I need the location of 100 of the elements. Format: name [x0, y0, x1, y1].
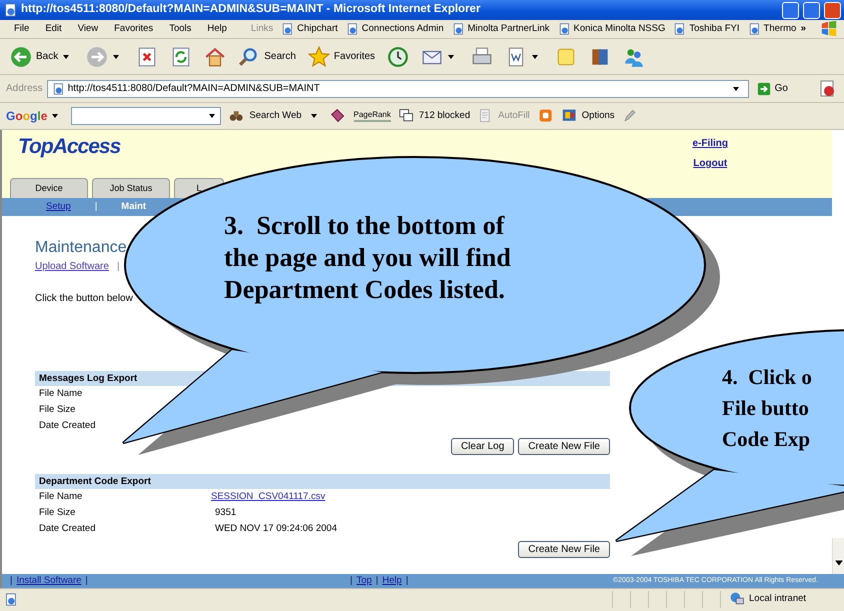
caret-icon[interactable] [51, 112, 60, 120]
link-item[interactable]: Minolta PartnerLink [448, 23, 554, 35]
caret-icon[interactable] [531, 52, 540, 60]
menu-item[interactable]: File [6, 23, 38, 35]
page-icon [3, 3, 17, 17]
action-button[interactable]: Create New File [518, 438, 610, 456]
caret-icon[interactable] [834, 558, 844, 568]
close-button[interactable] [824, 2, 841, 18]
caret-icon[interactable] [112, 52, 120, 60]
page-icon [346, 23, 358, 35]
caret-icon[interactable] [310, 112, 318, 120]
caret-icon[interactable] [208, 112, 216, 120]
popup-blocker-button[interactable]: 712 blocked [398, 108, 470, 124]
upload-software-link[interactable]: Upload Software [35, 261, 109, 274]
go-button[interactable]: Go [752, 82, 792, 96]
toolbar-button[interactable]: Favorites [304, 46, 380, 68]
footer-link[interactable]: Install Software [16, 575, 82, 587]
clock-icon [387, 46, 410, 68]
address-field[interactable]: http://tos4511:8080/Default?MAIN=ADMIN&SUB=MAINT [46, 80, 749, 98]
page-title: Maintenance [35, 238, 127, 258]
callout-text: 3. Scroll to the bottom of the page and you will find Department Codes listed. [224, 210, 511, 306]
field-label: Date Created [39, 522, 97, 536]
search-web-button[interactable]: Search Web [229, 108, 322, 124]
page-icon [673, 23, 686, 35]
menu-item[interactable]: Tools [161, 23, 200, 35]
more-links-button[interactable]: » [800, 23, 806, 35]
field-label: Date Created [39, 419, 97, 434]
tab[interactable]: Job Status [92, 178, 170, 198]
action-button[interactable]: Clear Log [450, 438, 514, 456]
window-title: http://tos4511:8080/Default?MAIN=ADMIN&SUB=MAINT - Microsoft Internet Explorer [21, 3, 482, 17]
link-label: Minolta PartnerLink [468, 23, 550, 35]
separator-text: | [116, 261, 120, 274]
minimize-button[interactable] [782, 2, 799, 18]
tab[interactable]: Device [10, 178, 88, 198]
options-button[interactable]: Options [562, 108, 615, 124]
link-item[interactable]: Konica Minolta NSSG [554, 23, 670, 35]
link-item[interactable]: Chipchart [277, 23, 342, 35]
caret-icon[interactable] [62, 52, 70, 60]
search-field[interactable] [71, 107, 222, 125]
instruction-text: Click the button below [35, 293, 133, 306]
separator-text: | [350, 575, 352, 587]
forward-icon [86, 46, 108, 68]
network-icon [729, 591, 745, 607]
page-icon [281, 23, 294, 35]
link-item[interactable]: Thermo [744, 23, 800, 35]
menu-item[interactable]: Favorites [106, 23, 162, 35]
separator-text: | [94, 201, 98, 213]
scrollbar[interactable] [832, 538, 844, 574]
caret-icon[interactable] [732, 84, 740, 92]
header-link[interactable]: Logout [693, 158, 728, 170]
blog-icon[interactable] [538, 108, 554, 124]
back-icon [10, 46, 32, 68]
page-icon [4, 592, 17, 606]
options-icon [562, 108, 578, 124]
separator-text: | [376, 575, 378, 587]
menu-item[interactable]: View [70, 23, 106, 35]
header-link[interactable]: e-Filing [692, 138, 728, 150]
stop-icon [136, 46, 158, 68]
separator-text: | [10, 575, 12, 587]
address-label: Address [6, 82, 43, 94]
field-label: File Name [39, 490, 84, 504]
pencil-icon[interactable] [622, 109, 637, 123]
field-label: File Size [39, 506, 76, 520]
link-label: Connections Admin [362, 23, 444, 35]
page-icon [52, 82, 64, 94]
link-item[interactable]: Connections Admin [342, 23, 448, 35]
home-icon [204, 46, 226, 68]
link-label: Konica Minolta NSSG [574, 23, 666, 35]
file-link[interactable]: SESSION_CSV041117.csv [211, 489, 326, 506]
star-icon [308, 46, 330, 68]
separator-text: | [406, 575, 408, 587]
popup-window-icon [398, 108, 415, 124]
pagerank-button[interactable]: PageRank [354, 110, 391, 122]
subnav-link[interactable]: Setup [46, 201, 71, 213]
zone-panel: Local intranet [720, 590, 840, 608]
maximize-button[interactable] [803, 2, 820, 18]
topaccess-logo: TopAccess [18, 134, 120, 160]
footer-link[interactable]: Top [356, 575, 372, 587]
windows-flag-icon [820, 20, 838, 38]
google-menu-button[interactable]: Google [6, 108, 64, 124]
field-value: 9351 [214, 506, 236, 520]
toolbar-button[interactable]: Search [234, 46, 300, 68]
link-item[interactable]: Toshiba FYI [669, 23, 744, 35]
go-icon [756, 82, 771, 96]
link-label: Toshiba FYI [689, 23, 740, 35]
action-button[interactable]: Create New File [518, 541, 610, 558]
field-value: WED NOV 17 09:24:06 2004 [214, 522, 337, 536]
link-label: Thermo [764, 23, 796, 35]
refresh-icon [170, 46, 192, 68]
caret-icon[interactable] [447, 52, 456, 60]
menu-item[interactable]: Edit [37, 23, 70, 35]
field-label: File Size [39, 403, 76, 418]
field-label: File Name [39, 387, 84, 402]
page-icon [452, 23, 464, 35]
separator-text: | [85, 575, 88, 587]
binoculars-icon [229, 108, 246, 124]
menu-item[interactable]: Help [199, 23, 235, 35]
toolbar-button[interactable]: Back [6, 46, 78, 68]
links-label: Links [250, 23, 274, 35]
footer-link[interactable]: Help [382, 575, 402, 587]
